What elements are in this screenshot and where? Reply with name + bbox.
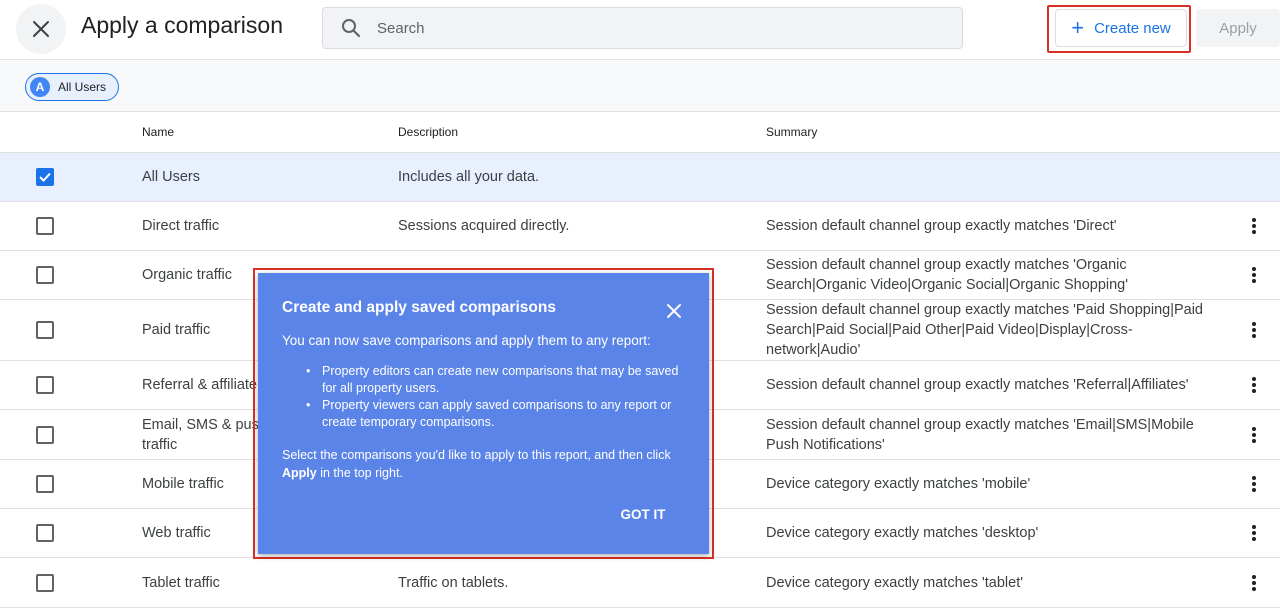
table-row[interactable]: Direct traffic Sessions acquired directl…	[0, 202, 1280, 251]
row-description: Traffic on tablets.	[398, 575, 509, 591]
close-icon[interactable]	[662, 299, 686, 323]
got-it-button[interactable]: GOT IT	[612, 502, 674, 526]
row-checkbox[interactable]	[36, 376, 54, 394]
comparison-chip-bar: A All Users	[0, 60, 1280, 112]
table-row[interactable]: Tablet traffic Traffic on tablets. Devic…	[0, 558, 1280, 608]
popup-bullet-list: Property editors can create new comparis…	[306, 363, 686, 431]
check-icon	[39, 172, 51, 182]
close-icon	[33, 21, 49, 37]
row-summary: Session default channel group exactly ma…	[766, 218, 1117, 234]
search-input[interactable]	[377, 19, 917, 37]
row-summary: Session default channel group exactly ma…	[766, 377, 1189, 393]
popup-outro-text: Select the comparisons you'd like to app…	[282, 448, 671, 462]
row-summary: Session default channel group exactly ma…	[766, 257, 1129, 293]
row-description: Sessions acquired directly.	[398, 218, 570, 234]
all-users-chip[interactable]: A All Users	[25, 73, 119, 101]
more-vert-icon[interactable]	[1244, 521, 1264, 545]
row-checkbox[interactable]	[36, 426, 54, 444]
chip-label: All Users	[58, 80, 107, 94]
row-summary: Device category exactly matches 'desktop…	[766, 525, 1039, 541]
chip-avatar: A	[30, 77, 50, 97]
create-new-label: Create new	[1094, 19, 1171, 37]
popup-outro: Select the comparisons you'd like to app…	[282, 446, 682, 482]
top-bar: Apply a comparison + Create new Apply	[0, 0, 1280, 60]
row-checkbox[interactable]	[36, 266, 54, 284]
row-summary: Device category exactly matches 'tablet'	[766, 575, 1023, 591]
popup-outro-tail: in the top right.	[316, 466, 403, 480]
row-summary: Device category exactly matches 'mobile'	[766, 476, 1031, 492]
more-vert-icon[interactable]	[1244, 318, 1264, 342]
more-vert-icon[interactable]	[1244, 423, 1264, 447]
search-icon	[341, 18, 361, 38]
row-name: Tablet traffic	[142, 575, 220, 591]
table-row[interactable]: All Users Includes all your data.	[0, 153, 1280, 202]
popup-intro: You can now save comparisons and apply t…	[282, 333, 651, 348]
popup-title: Create and apply saved comparisons	[282, 299, 556, 316]
feature-announcement-popup: Create and apply saved comparisons You c…	[258, 273, 709, 554]
page-title: Apply a comparison	[81, 12, 283, 38]
column-header-summary[interactable]: Summary	[766, 125, 817, 139]
more-vert-icon[interactable]	[1244, 571, 1264, 595]
more-vert-icon[interactable]	[1244, 263, 1264, 287]
table-header: Name Description Summary	[0, 112, 1280, 153]
more-vert-icon[interactable]	[1244, 373, 1264, 397]
row-name: Direct traffic	[142, 218, 220, 234]
row-checkbox[interactable]	[36, 475, 54, 493]
row-summary: Session default channel group exactly ma…	[766, 302, 1203, 358]
column-header-name[interactable]: Name	[142, 125, 174, 139]
apply-button[interactable]: Apply	[1196, 9, 1280, 47]
column-header-description[interactable]: Description	[398, 125, 458, 139]
row-checkbox[interactable]	[36, 321, 54, 339]
row-checkbox[interactable]	[36, 574, 54, 592]
row-checkbox[interactable]	[36, 524, 54, 542]
plus-icon: +	[1071, 15, 1085, 40]
popup-bullet: Property editors can create new comparis…	[306, 363, 686, 397]
more-vert-icon[interactable]	[1244, 472, 1264, 496]
row-description: Includes all your data.	[398, 169, 540, 185]
search-box[interactable]	[322, 7, 963, 49]
popup-outro-bold: Apply	[282, 466, 317, 480]
row-checkbox[interactable]	[36, 217, 54, 235]
create-new-button[interactable]: + Create new	[1055, 9, 1187, 47]
popup-bullet: Property viewers can apply saved compari…	[306, 397, 686, 431]
more-vert-icon[interactable]	[1244, 214, 1264, 238]
row-checkbox[interactable]	[36, 168, 54, 186]
row-summary: Session default channel group exactly ma…	[766, 417, 1194, 453]
close-button[interactable]	[16, 4, 66, 54]
row-name: All Users	[142, 169, 201, 185]
